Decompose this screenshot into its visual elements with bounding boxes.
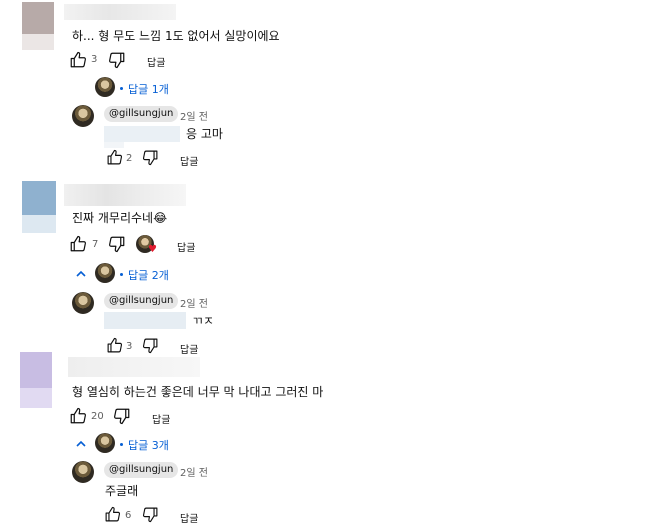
thumbs-down-icon[interactable] <box>142 149 159 166</box>
creator-avatar <box>95 433 115 453</box>
commenter-name-blurred[interactable] <box>64 184 186 206</box>
like-count: 7 <box>92 239 99 250</box>
replies-toggle[interactable]: 답글 1개 <box>128 81 169 97</box>
separator-dot <box>120 443 123 446</box>
creator-avatar <box>95 77 115 97</box>
commenter-name-blurred[interactable] <box>68 357 200 377</box>
replies-toggle[interactable]: 답글 2개 <box>128 267 169 283</box>
chevron-up-icon[interactable] <box>75 268 87 280</box>
reply-button[interactable]: 답글 <box>180 341 198 356</box>
like-count: 2 <box>126 153 133 164</box>
chevron-up-icon[interactable] <box>75 438 87 450</box>
commenter-avatar-blurred[interactable] <box>22 181 56 233</box>
reply-text: 응 고마 <box>186 127 223 141</box>
like-count: 3 <box>126 341 133 352</box>
reply-author-handle[interactable]: @gillsungjun <box>104 462 179 478</box>
reply-date[interactable]: 2일 전 <box>180 108 208 123</box>
creator-avatar <box>95 263 115 283</box>
thumbs-down-icon[interactable] <box>108 235 126 253</box>
comment-text: 하... 형 무도 느낌 1도 없어서 실망이에요 <box>72 29 280 43</box>
thumbs-up-icon[interactable] <box>106 337 123 354</box>
like-count: 20 <box>91 411 104 422</box>
comment-text: 진짜 개무리수네😂 <box>72 211 168 225</box>
mention-blurred <box>104 312 186 329</box>
commenter-avatar-blurred[interactable] <box>20 352 52 408</box>
reply-text: 주글래 <box>105 484 139 498</box>
mention-blurred <box>104 126 180 142</box>
thumbs-down-icon[interactable] <box>142 337 159 354</box>
separator-dot <box>120 273 123 276</box>
thumbs-down-icon[interactable] <box>142 506 159 523</box>
like-count: 6 <box>125 510 132 521</box>
commenter-name-blurred[interactable] <box>64 4 176 20</box>
commenter-avatar-blurred[interactable] <box>22 2 54 50</box>
reply-avatar[interactable] <box>72 461 94 483</box>
thumbs-up-icon[interactable] <box>69 235 87 253</box>
reply-date[interactable]: 2일 전 <box>180 295 208 310</box>
heart-icon: ♥ <box>148 244 157 255</box>
reply-button[interactable]: 답글 <box>152 411 170 426</box>
thumbs-up-icon[interactable] <box>69 51 87 69</box>
reply-author-handle[interactable]: @gillsungjun <box>104 106 179 122</box>
thumbs-down-icon[interactable] <box>113 407 131 425</box>
reply-button[interactable]: 답글 <box>180 510 198 525</box>
reply-button[interactable]: 답글 <box>177 239 195 254</box>
thumbs-up-icon[interactable] <box>69 407 87 425</box>
comment-text: 형 열심히 하는건 좋은데 너무 막 나대고 그러진 마 <box>72 385 324 399</box>
reply-avatar[interactable] <box>72 292 94 314</box>
separator-dot <box>120 87 123 90</box>
reply-button[interactable]: 답글 <box>147 54 165 69</box>
reply-button[interactable]: 답글 <box>180 153 198 168</box>
reply-text: ㄲㅈ <box>192 314 215 328</box>
replies-toggle[interactable]: 답글 3개 <box>128 437 169 453</box>
reply-avatar[interactable] <box>72 105 94 127</box>
like-count: 3 <box>91 54 98 65</box>
thumbs-down-icon[interactable] <box>108 51 126 69</box>
thumbs-up-icon[interactable] <box>104 506 121 523</box>
reply-author-handle[interactable]: @gillsungjun <box>104 293 179 309</box>
reply-date[interactable]: 2일 전 <box>180 464 208 479</box>
mention-blurred-tail <box>104 142 124 148</box>
thumbs-up-icon[interactable] <box>106 149 123 166</box>
